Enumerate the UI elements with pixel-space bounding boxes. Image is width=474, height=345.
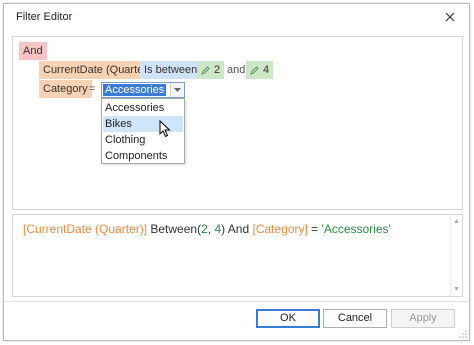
vertical-scrollbar[interactable]: ▲ ▼ — [450, 215, 462, 296]
combo-selected-text[interactable]: Accessories — [103, 84, 167, 96]
title-bar: Filter Editor — [4, 4, 469, 30]
value-2-text: 2 — [214, 64, 221, 76]
condition-operator-equals[interactable]: = — [85, 80, 99, 98]
filter-editor-window: Filter Editor And CurrentDate (Quarter) … — [3, 3, 470, 341]
dropdown-item-components[interactable]: Components — [103, 148, 183, 164]
condition-value-4[interactable]: 4 — [246, 61, 274, 79]
dropdown-item-accessories[interactable]: Accessories — [103, 100, 183, 116]
category-dropdown-list[interactable]: Accessories Bikes Clothing Components — [101, 98, 185, 164]
expr-string-accessories: 'Accessories' — [321, 222, 391, 236]
value-4-text: 4 — [263, 64, 270, 76]
mouse-cursor-icon — [159, 120, 171, 138]
footer-divider — [4, 301, 469, 302]
apply-button[interactable]: Apply — [391, 309, 455, 328]
window-title: Filter Editor — [16, 11, 73, 23]
expr-and: ) And — [221, 222, 253, 236]
expr-field-currentdate: [CurrentDate (Quarter)] — [23, 222, 148, 236]
category-value-combo[interactable]: Accessories — [101, 82, 185, 98]
chevron-down-icon — [174, 88, 181, 92]
combo-dropdown-button[interactable] — [170, 83, 184, 97]
dropdown-item-clothing[interactable]: Clothing — [103, 132, 183, 148]
group-operator-and[interactable]: And — [19, 42, 47, 60]
close-icon — [445, 12, 455, 22]
dropdown-item-bikes[interactable]: Bikes — [103, 116, 183, 132]
scroll-down-icon[interactable]: ▼ — [453, 286, 460, 293]
filter-tree-editor[interactable]: And CurrentDate (Quarter) Is between 2 a… — [12, 36, 463, 210]
condition-field-currentdate[interactable]: CurrentDate (Quarter) — [39, 61, 155, 79]
condition-value-2[interactable]: 2 — [197, 61, 225, 79]
expression-text-box[interactable]: [CurrentDate (Quarter)] Between(2, 4) An… — [12, 214, 463, 297]
expr-between: Between( — [147, 222, 202, 236]
expr-equals: = — [307, 222, 322, 236]
scroll-up-icon[interactable]: ▲ — [453, 218, 460, 225]
pencil-icon — [201, 65, 210, 75]
condition-field-category[interactable]: Category — [39, 80, 92, 98]
filter-expression: [CurrentDate (Quarter)] Between(2, 4) An… — [23, 222, 391, 236]
resize-grip-icon[interactable] — [459, 330, 467, 338]
close-button[interactable] — [431, 4, 469, 30]
expr-field-category: [Category] — [252, 222, 308, 236]
pencil-icon — [250, 65, 259, 75]
cancel-button[interactable]: Cancel — [323, 309, 387, 328]
ok-button[interactable]: OK — [256, 309, 320, 328]
expr-num-2: 2 — [201, 222, 208, 236]
condition-operator-between[interactable]: Is between — [140, 61, 202, 79]
